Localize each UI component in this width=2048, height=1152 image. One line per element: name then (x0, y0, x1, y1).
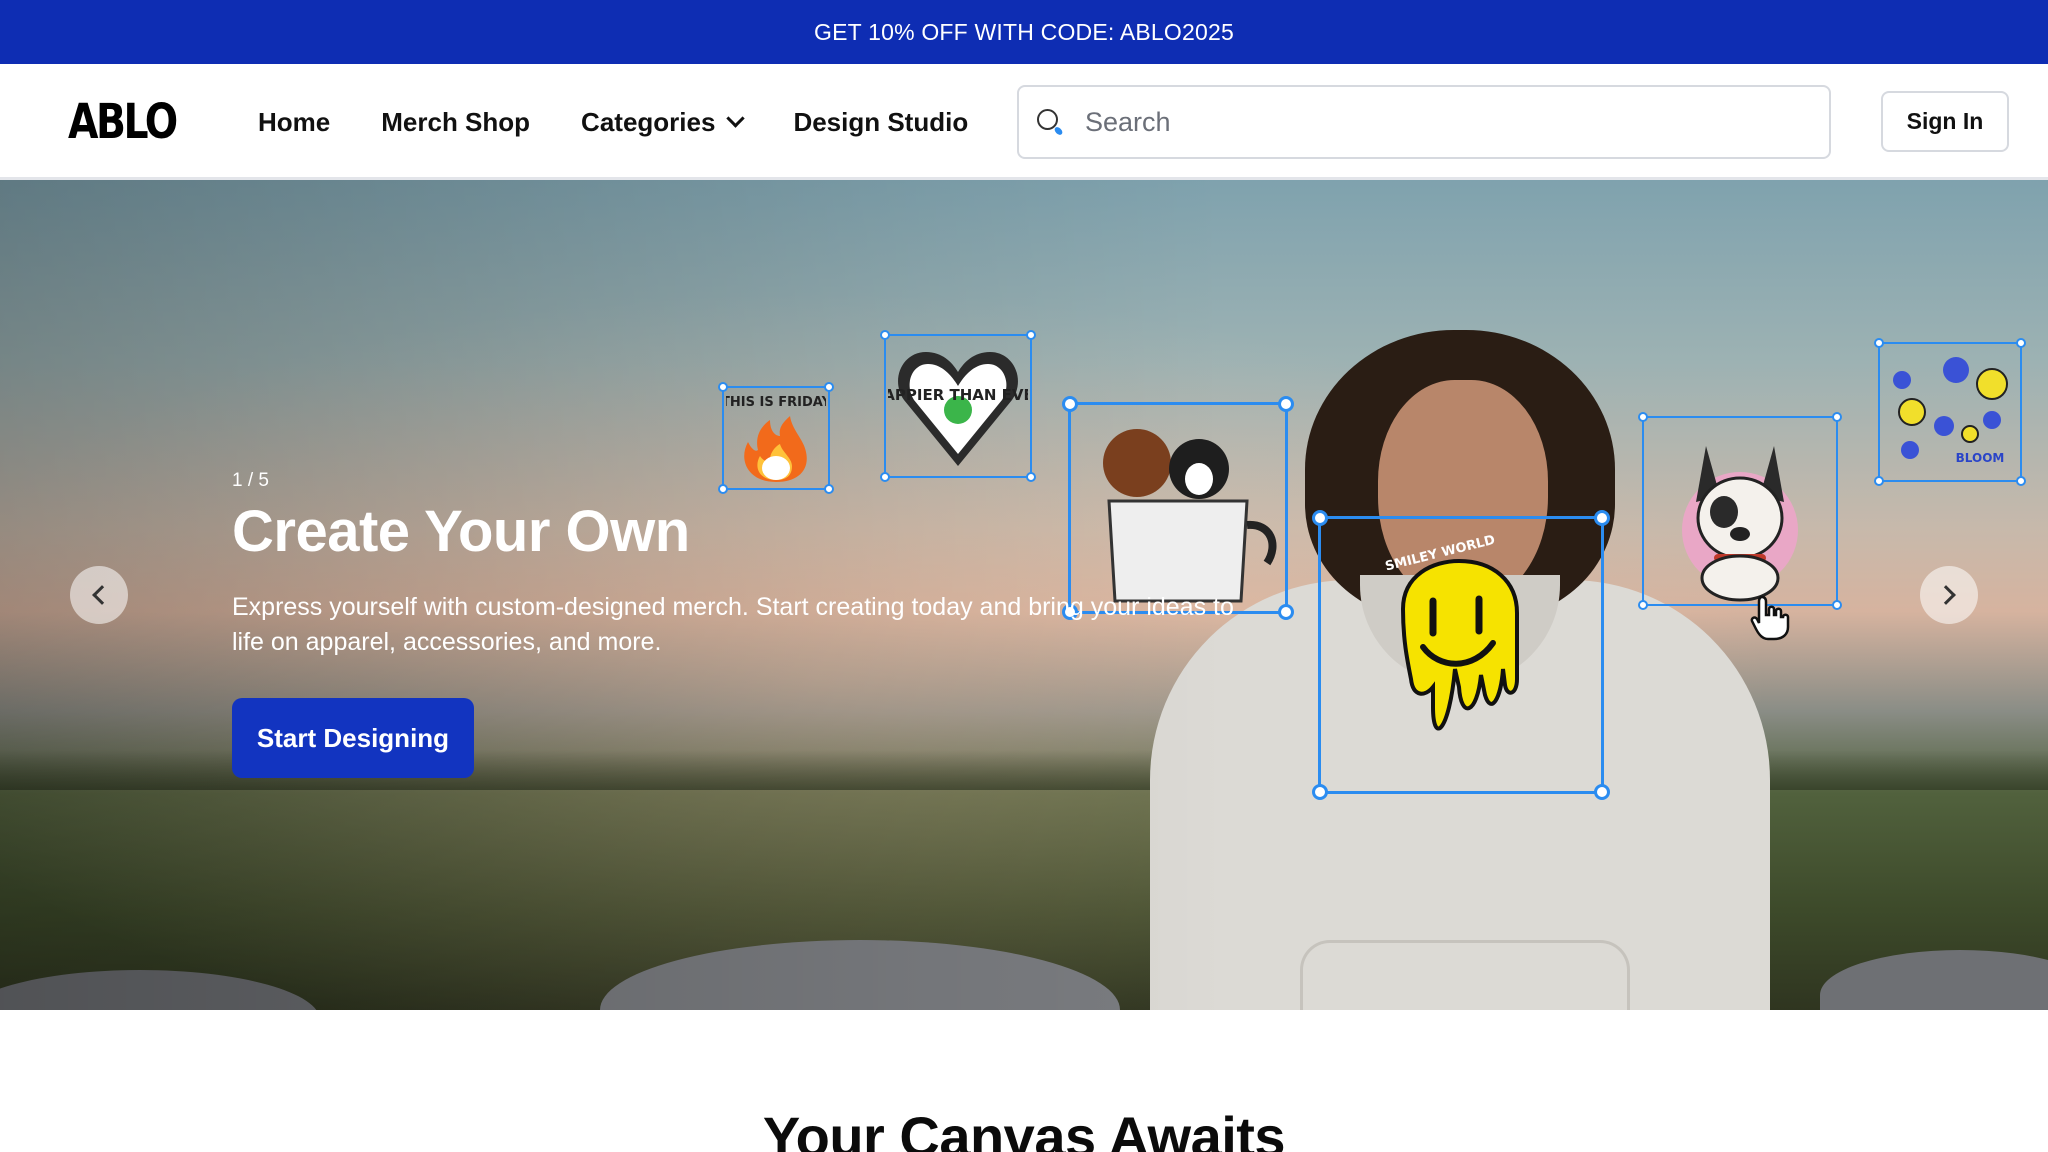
hero-title: Create Your Own (232, 499, 690, 564)
chevron-right-icon (1936, 585, 1956, 605)
nav-merch-shop[interactable]: Merch Shop (381, 107, 530, 138)
hand-cursor-icon (1750, 595, 1790, 641)
carousel-next-button[interactable] (1920, 566, 1978, 624)
search-input[interactable] (1085, 106, 1805, 138)
logo[interactable]: ABLO (68, 94, 178, 150)
heart-sticker: HAPPIER THAN EVER (888, 352, 1028, 466)
bulldog-sticker (1682, 446, 1798, 602)
nav-design-studio-label: Design Studio (793, 106, 969, 137)
fire-sticker: THIS IS FRIDAY (726, 395, 826, 482)
site-header: ABLO Home Merch Shop Categories Design S… (0, 64, 2048, 180)
sticker-selection[interactable]: BLOOM (1874, 338, 2026, 486)
hero-carousel: THIS IS FRIDAY HAPPIER THAN EVER SMILEY … (0, 180, 2048, 1010)
nav-home-label: Home (258, 106, 331, 137)
bloom-sticker: BLOOM (1893, 357, 2008, 465)
nav-home[interactable]: Home (258, 107, 330, 138)
hero-subtitle: Express yourself with custom-designed me… (232, 593, 1234, 656)
chevron-left-icon (92, 585, 112, 605)
sign-in-button[interactable]: Sign In (1881, 91, 2009, 152)
nav-categories-label: Categories (581, 106, 716, 137)
start-designing-button[interactable]: Start Designing (232, 698, 474, 778)
nav-design-studio[interactable]: Design Studio (793, 107, 968, 138)
sticker-text: HAPPIER THAN EVER (888, 386, 1028, 404)
main-nav: Home Merch Shop Categories Design Studio (258, 64, 1019, 180)
dogs-pocket-sticker (1103, 429, 1277, 603)
chevron-down-icon (726, 108, 746, 128)
sticker-text: BLOOM (1956, 451, 2005, 465)
search-icon (1037, 109, 1064, 137)
sticker-selection[interactable] (1062, 396, 1294, 620)
slide-counter: 1 / 5 (232, 470, 269, 491)
sticker-selection[interactable]: THIS IS FRIDAY (718, 382, 834, 494)
search-bar (1017, 85, 1831, 159)
section-title: Your Canvas Awaits (762, 1105, 1286, 1152)
nav-merch-shop-label: Merch Shop (381, 106, 531, 137)
sticker-selection[interactable] (1638, 412, 1842, 610)
smiley-sticker: SMILEY WORLD (1384, 533, 1519, 731)
main-design-selection[interactable]: SMILEY WORLD (1312, 510, 1610, 800)
sticker-text: THIS IS FRIDAY (726, 395, 826, 410)
promo-banner: GET 10% OFF WITH CODE: ABLO2025 (0, 0, 2048, 64)
nav-categories[interactable]: Categories (581, 106, 746, 138)
carousel-prev-button[interactable] (70, 566, 128, 624)
promo-text: GET 10% OFF WITH CODE: ABLO2025 (814, 18, 1234, 45)
sticker-selection[interactable]: HAPPIER THAN EVER (880, 330, 1036, 482)
